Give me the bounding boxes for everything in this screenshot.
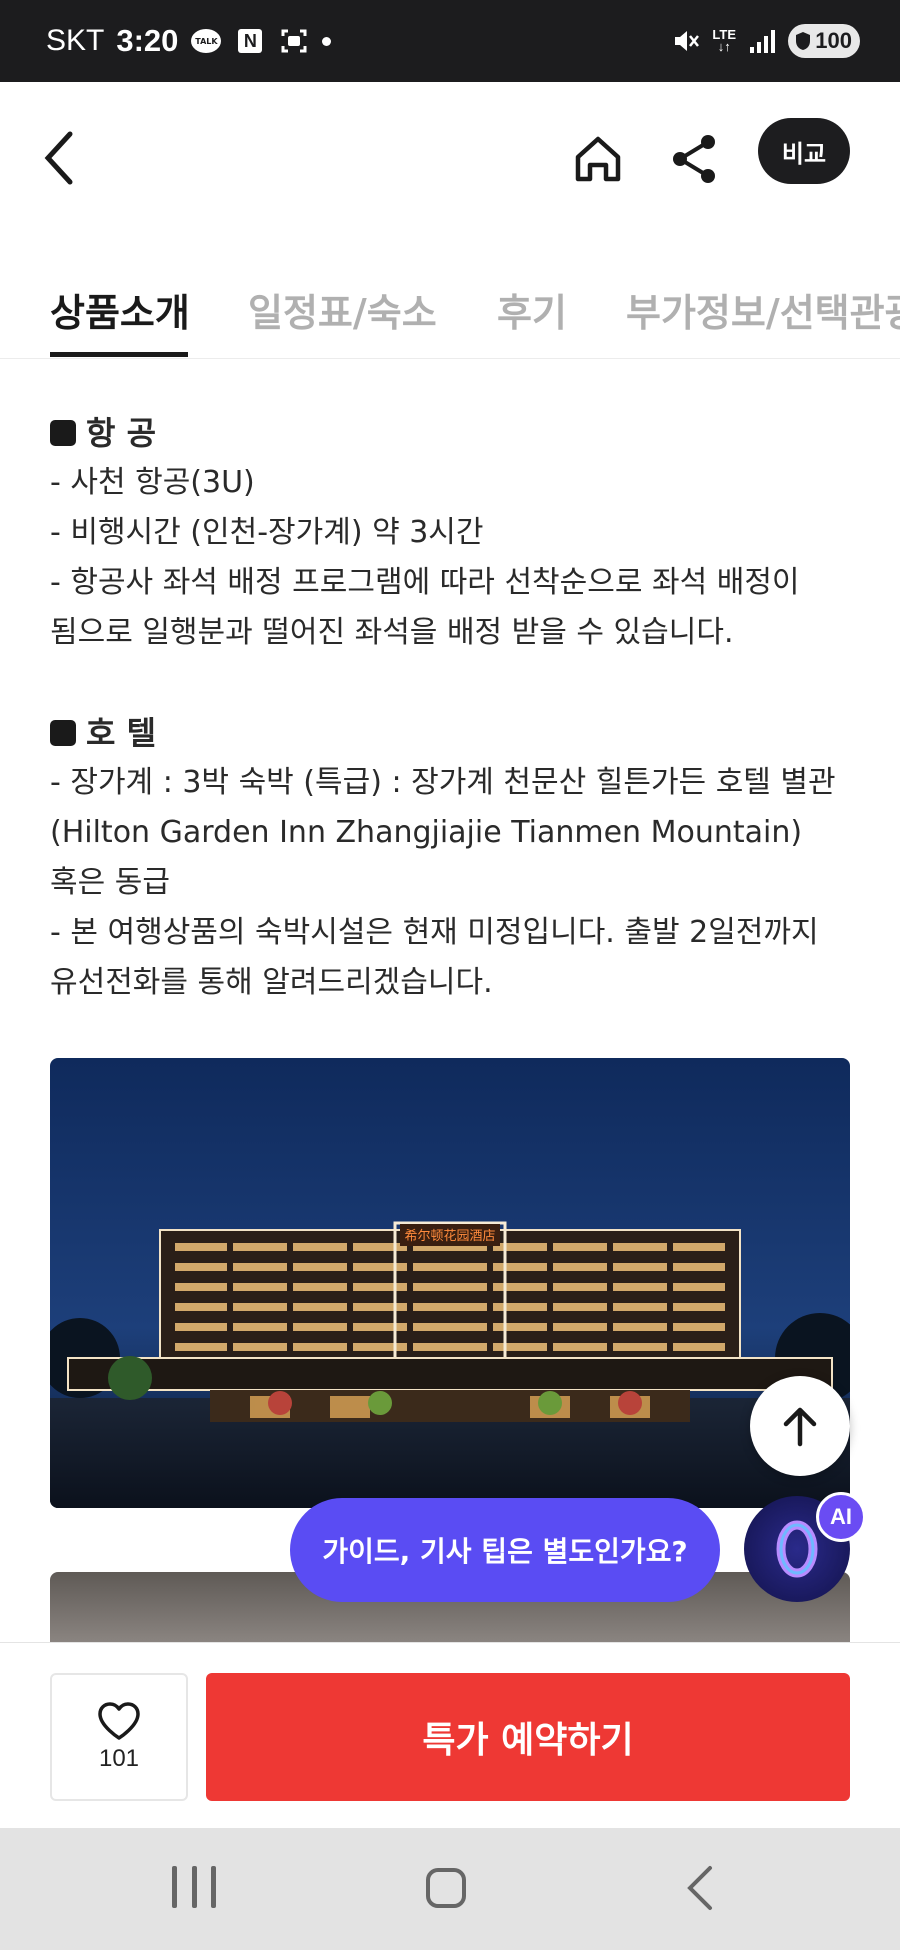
flight-title: 항 공 <box>86 414 157 452</box>
signal-icon <box>746 25 778 57</box>
flight-line: - 항공사 좌석 배정 프로그램에 따라 선착순으로 좌석 배정이 됨으로 일행… <box>50 565 800 650</box>
top-app-bar: 비교 <box>0 82 900 222</box>
system-nav-bar <box>0 1828 900 1950</box>
share-button[interactable] <box>664 124 724 194</box>
ai-suggested-question[interactable]: 가이드, 기사 팁은 별도인가요? <box>290 1498 720 1602</box>
tab-itinerary[interactable]: 일정표/숙소 <box>248 282 437 337</box>
bottom-action-bar: 101 특가 예약하기 <box>0 1642 900 1829</box>
recent-apps-button[interactable] <box>172 1866 216 1912</box>
flight-line: - 사천 항공(3U) <box>50 465 255 500</box>
compare-button[interactable]: 비교 <box>758 118 850 184</box>
chevron-left-icon <box>44 131 73 185</box>
hotel-sign: 希尔顿花园酒店 <box>404 1228 495 1244</box>
home-icon <box>575 136 621 182</box>
system-back-button[interactable] <box>680 1862 720 1914</box>
clock: 3:20 <box>116 23 179 58</box>
carrier-label: SKT <box>46 24 105 57</box>
mute-icon <box>670 25 702 57</box>
back-button[interactable] <box>40 122 88 194</box>
home-button[interactable] <box>570 124 626 194</box>
hotel-photo: 希尔顿花园酒店 <box>50 1058 850 1508</box>
book-now-button[interactable]: 특가 예약하기 <box>206 1673 850 1801</box>
heart-icon <box>98 1702 140 1740</box>
section-heading: 호 텔 <box>50 708 860 758</box>
scroll-to-top-button[interactable] <box>750 1376 850 1476</box>
tab-additional-info[interactable]: 부가정보/선택관광 <box>626 282 900 337</box>
lte-icon: LTE ↓↑ <box>712 27 736 54</box>
status-bar: SKT 3:20 TALK N LTE ↓↑ 100 <box>0 0 900 82</box>
ai-badge: AI <box>816 1492 866 1542</box>
hotel-title: 호 텔 <box>86 714 157 752</box>
lte-label: LTE <box>712 27 736 42</box>
wishlist-count: 101 <box>98 1745 140 1772</box>
battery-icon: 100 <box>788 24 860 58</box>
tab-product-intro[interactable]: 상품소개 <box>50 282 190 337</box>
screenshot-icon <box>278 25 310 57</box>
system-home-button[interactable] <box>426 1868 466 1908</box>
flight-section: 항 공 - 사천 항공(3U) - 비행시간 (인천-장가계) 약 3시간 - … <box>50 408 860 658</box>
chevron-left-icon <box>687 1866 712 1910</box>
naver-label: N <box>238 29 263 53</box>
hotel-section: 호 텔 - 장가계 : 3박 숙박 (특급) : 장가계 천문산 힐튼가든 호텔… <box>50 708 860 1008</box>
naver-icon: N <box>234 25 266 57</box>
section-heading: 항 공 <box>50 408 860 458</box>
active-tab-indicator <box>50 352 188 357</box>
product-description: 항 공 - 사천 항공(3U) - 비행시간 (인천-장가계) 약 3시간 - … <box>50 408 860 1058</box>
bullet-square-icon <box>50 720 76 746</box>
flight-line: - 비행시간 (인천-장가계) 약 3시간 <box>50 515 484 550</box>
bullet-square-icon <box>50 420 76 446</box>
arrow-up-icon <box>783 1407 817 1447</box>
notification-dot <box>322 36 332 46</box>
share-icon <box>673 135 715 183</box>
hotel-line: - 장가계 : 3박 숙박 (특급) : 장가계 천문산 힐튼가든 호텔 별관(… <box>50 765 836 900</box>
tab-reviews[interactable]: 후기 <box>497 282 567 337</box>
talk-label: TALK <box>191 29 222 53</box>
kakaotalk-icon: TALK <box>190 25 222 57</box>
tab-bar: 상품소개 일정표/숙소 후기 부가정보/선택관광 <box>0 268 900 359</box>
wishlist-button[interactable]: 101 <box>50 1673 188 1801</box>
hotel-line: - 본 여행상품의 숙박시설은 현재 미정입니다. 출발 2일전까지 유선전화를… <box>50 915 819 1000</box>
battery-level: 100 <box>815 28 852 53</box>
